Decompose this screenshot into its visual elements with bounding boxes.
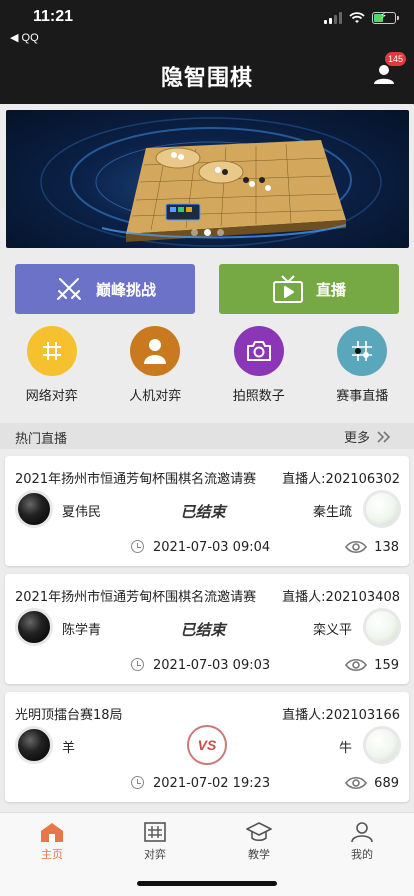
feature-label: 网络对弈 — [25, 389, 78, 404]
promo-banner[interactable] — [6, 110, 409, 248]
more-link[interactable]: 更多 — [344, 427, 392, 446]
app-logo: 隐智围棋 — [160, 66, 253, 91]
vs-badge: VS — [187, 725, 227, 765]
home-indicator — [137, 881, 277, 886]
feature-event-live[interactable]: 赛事直播 — [311, 326, 414, 418]
peak-challenge-button[interactable]: 巅峰挑战 — [15, 264, 195, 314]
tab-label: 我的 — [351, 848, 373, 861]
live-label: 直播 — [315, 280, 346, 299]
view-count: 159 — [374, 658, 399, 673]
status-icons: ⚡ — [324, 11, 399, 24]
top-bar: 11:21 ◀ QQ ⚡ 隐智围棋 145 — [0, 0, 414, 104]
graduation-cap-icon — [246, 822, 272, 842]
live-game-card[interactable]: 2021年扬州市恒通芳甸杯围棋名流邀请赛 直播人:202106302 夏伟民 已… — [5, 456, 409, 566]
tab-home[interactable]: 主页 — [12, 821, 92, 862]
feature-vs-ai[interactable]: 人机对弈 — [104, 326, 208, 418]
crossed-swords-icon — [56, 278, 81, 300]
white-player-name: 牛 — [338, 741, 352, 756]
white-stone-icon — [363, 490, 401, 528]
banner-pagination[interactable] — [6, 229, 409, 236]
feature-online-play[interactable]: 网络对弈 — [0, 326, 104, 418]
eye-icon — [345, 540, 367, 554]
game-time: 2021-07-03 09:03 — [153, 658, 271, 673]
board-grid-icon — [144, 822, 166, 842]
tab-label: 教学 — [248, 848, 270, 861]
live-button[interactable]: 直播 — [219, 264, 399, 314]
game-title: 2021年扬州市恒通芳甸杯围棋名流邀请赛 — [15, 590, 257, 605]
game-title: 2021年扬州市恒通芳甸杯围棋名流邀请赛 — [15, 472, 257, 487]
white-player-name: 栾义平 — [312, 623, 352, 638]
tab-teaching[interactable]: 教学 — [219, 821, 299, 862]
view-count: 689 — [374, 776, 399, 791]
clock-icon — [131, 776, 144, 789]
person-outline-icon — [351, 822, 373, 843]
feature-photo-count[interactable]: 拍照数子 — [207, 326, 311, 418]
tab-profile[interactable]: 我的 — [322, 821, 402, 862]
profile-button[interactable]: 145 — [372, 52, 406, 90]
live-game-card[interactable]: 2021年扬州市恒通芳甸杯围棋名流邀请赛 直播人:202103408 陈学青 已… — [5, 574, 409, 684]
game-host: 直播人:202103408 — [282, 590, 400, 605]
banner-dot[interactable] — [217, 229, 224, 236]
home-icon — [41, 823, 63, 842]
feature-grid: 网络对弈 人机对弈 拍照数子 赛事直播 — [0, 326, 414, 418]
wifi-icon — [349, 12, 365, 23]
clock-icon — [131, 658, 144, 671]
board-icon — [337, 326, 388, 376]
black-stone-icon — [15, 726, 53, 764]
peak-challenge-label: 巅峰挑战 — [95, 280, 156, 299]
eye-icon — [345, 776, 367, 790]
game-time: 2021-07-03 09:04 — [153, 540, 271, 555]
banner-dot-active[interactable] — [204, 229, 211, 236]
white-stone-icon — [363, 726, 401, 764]
notification-badge: 145 — [384, 52, 406, 66]
clock-icon — [131, 540, 144, 553]
grid-icon — [26, 326, 77, 376]
game-host: 直播人:202103166 — [282, 708, 400, 723]
black-stone-icon — [15, 608, 53, 646]
hot-live-section-header: 热门直播 更多 — [0, 423, 414, 449]
back-to-app-link[interactable]: ◀ QQ — [10, 31, 39, 44]
status-time: 11:21 — [33, 8, 74, 25]
feature-label: 人机对弈 — [129, 389, 182, 404]
black-player-name: 羊 — [62, 741, 76, 756]
section-title: 热门直播 — [15, 432, 68, 447]
tab-label: 对弈 — [144, 848, 166, 861]
feature-label: 赛事直播 — [336, 389, 389, 404]
game-title: 光明顶擂台赛18局 — [15, 708, 123, 723]
double-chevron-right-icon — [377, 430, 391, 443]
black-player-name: 陈学青 — [62, 623, 102, 638]
eye-icon — [345, 658, 367, 672]
feature-label: 拍照数子 — [232, 389, 285, 404]
tab-play[interactable]: 对弈 — [115, 821, 195, 862]
tv-icon — [272, 275, 303, 303]
camera-icon — [233, 326, 284, 376]
tab-label: 主页 — [41, 848, 63, 861]
battery-icon: ⚡ — [372, 11, 399, 24]
person-icon — [130, 326, 181, 376]
more-label: 更多 — [343, 431, 370, 446]
go-board-product-image — [40, 117, 382, 247]
view-count: 138 — [374, 540, 399, 555]
black-player-name: 夏伟民 — [62, 505, 102, 520]
game-host: 直播人:202106302 — [282, 472, 400, 487]
game-time: 2021-07-02 19:23 — [153, 776, 271, 791]
white-stone-icon — [363, 608, 401, 646]
white-player-name: 秦生疏 — [312, 505, 352, 520]
banner-dot[interactable] — [191, 229, 198, 236]
game-status-finished: 已结束 — [180, 620, 226, 639]
signal-icon — [324, 12, 342, 24]
black-stone-icon — [15, 490, 53, 528]
live-game-card[interactable]: 光明顶擂台赛18局 直播人:202103166 羊 VS 牛 2021-07-0… — [5, 692, 409, 802]
game-status-finished: 已结束 — [180, 502, 226, 521]
